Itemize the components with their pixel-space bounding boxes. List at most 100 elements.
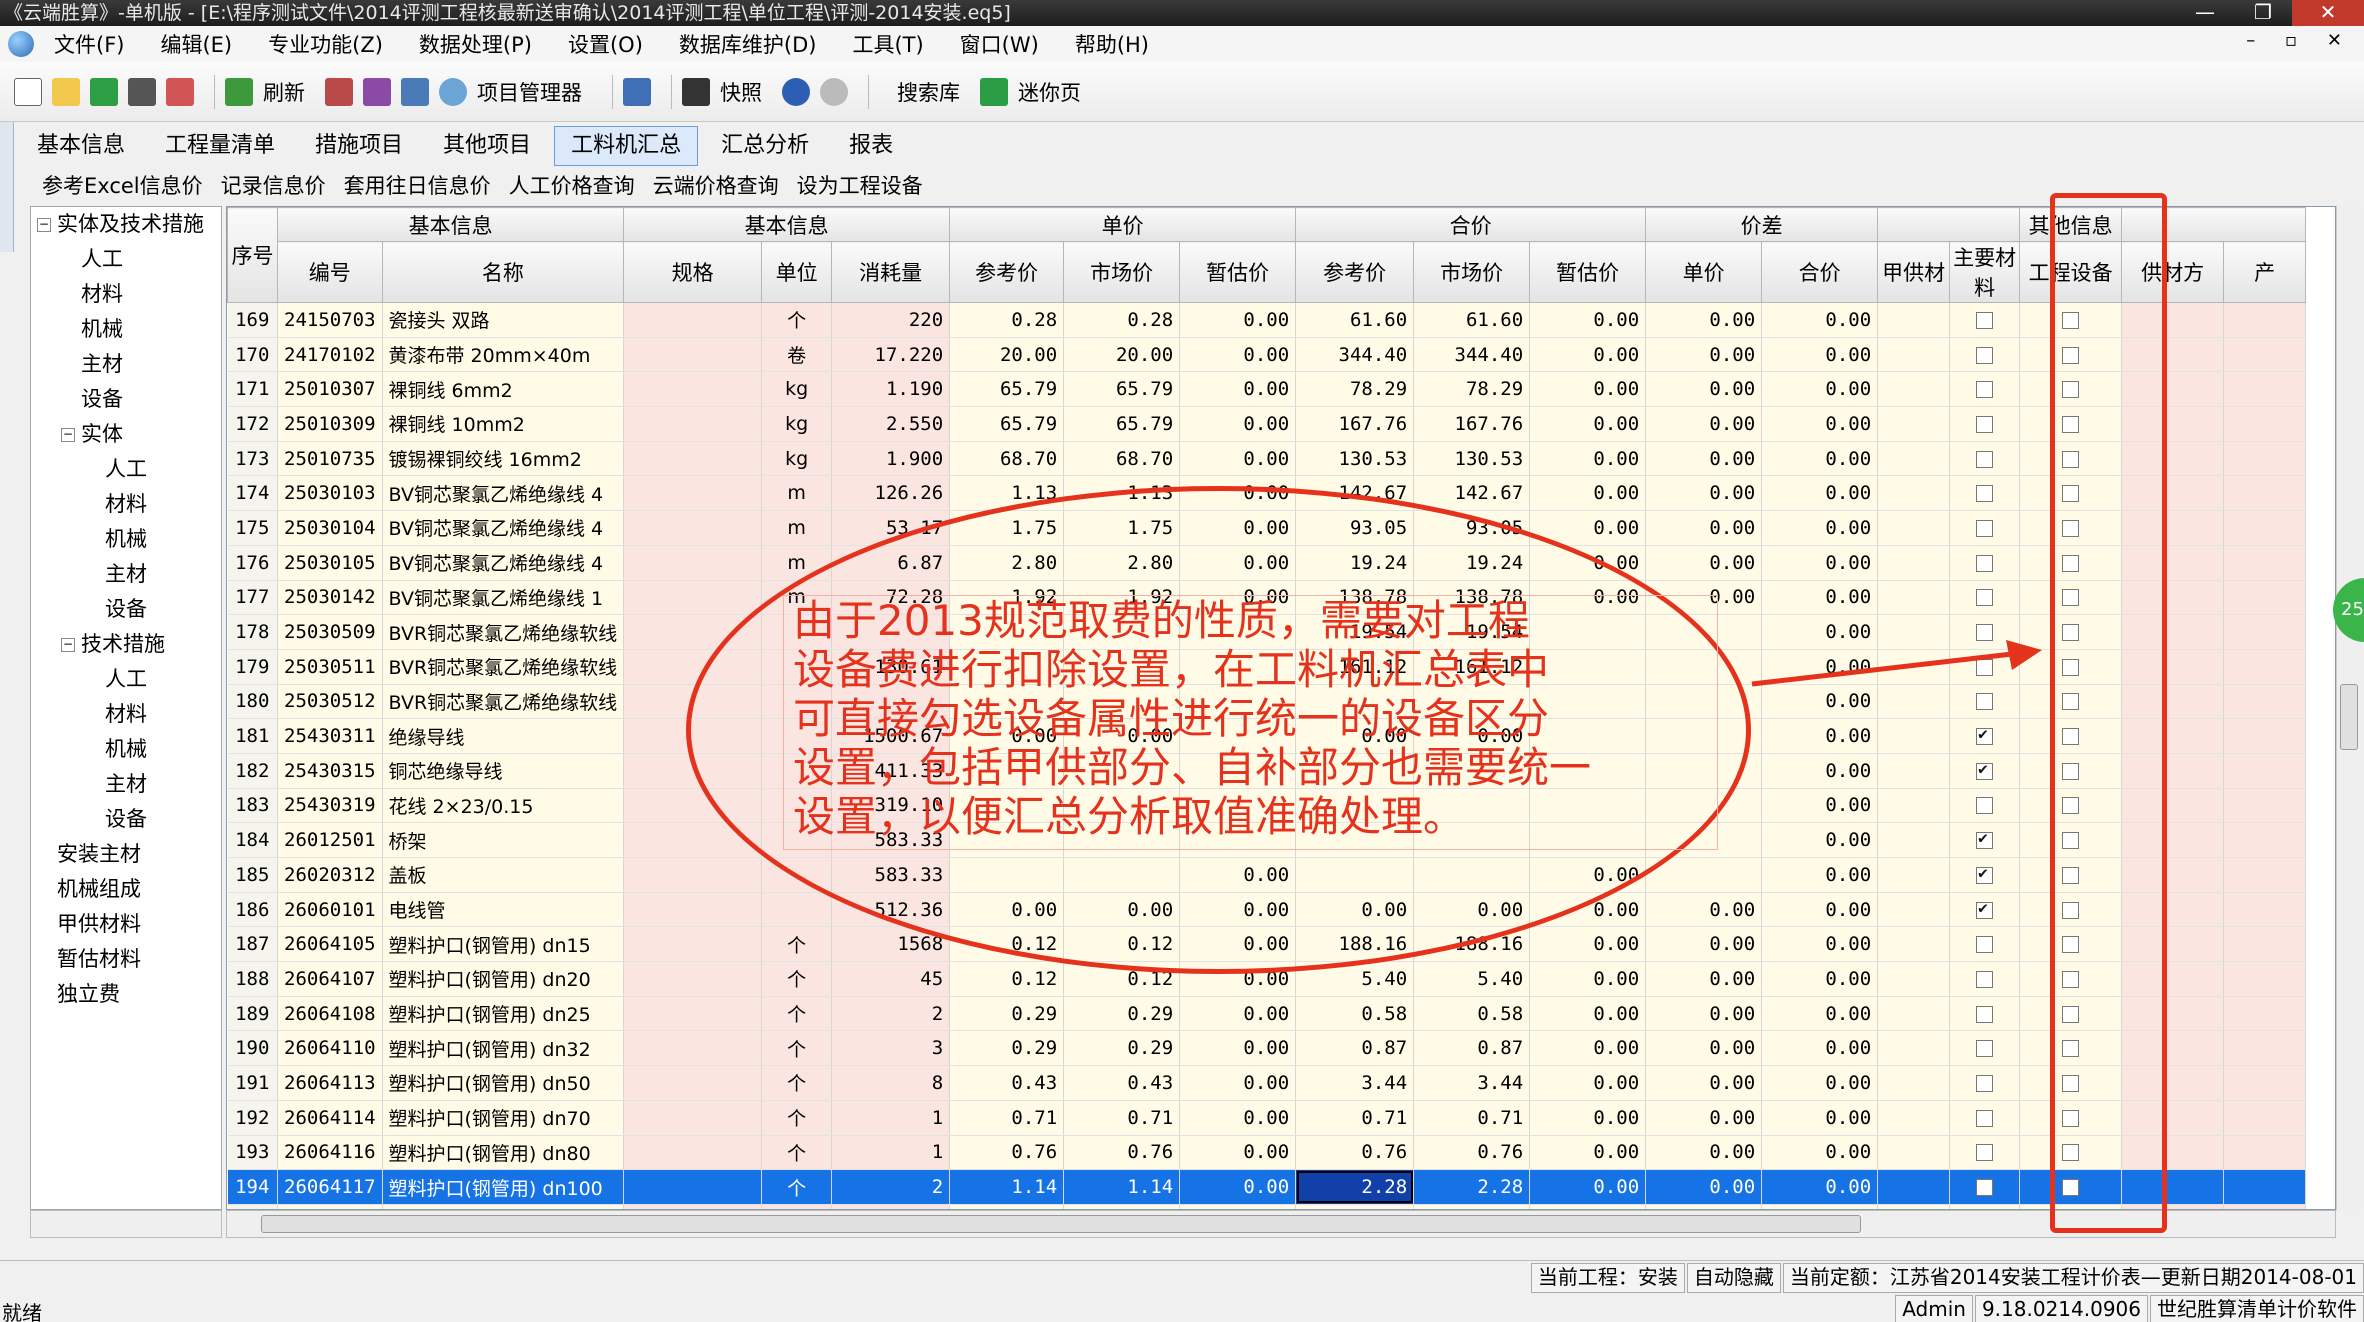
main-material-cell[interactable] (1949, 788, 2021, 824)
cell-dunit[interactable]: 0.00 (1645, 302, 1763, 338)
cell-dtotal[interactable]: 0.00 (1761, 1135, 1879, 1171)
cell-unit[interactable]: m (761, 545, 833, 581)
cell-dtotal[interactable]: 0.00 (1761, 1169, 1879, 1205)
equipment-checkbox[interactable] (2062, 866, 2080, 884)
cell-dtotal[interactable]: 0.00 (1761, 892, 1879, 928)
cell-dtotal[interactable]: 0.00 (1761, 406, 1879, 442)
cell-empty[interactable] (2223, 614, 2307, 650)
main-material-cell[interactable] (1949, 475, 2021, 512)
cell-name[interactable]: BV铜芯聚氯乙烯绝缘线 4 (382, 475, 625, 512)
cell-code[interactable]: 26064113 (277, 1065, 383, 1101)
cell-tref[interactable]: 19.24 (1295, 545, 1415, 581)
cell-empty[interactable] (2223, 1065, 2307, 1101)
cell-est[interactable]: 0.00 (1179, 1065, 1297, 1101)
cell-empty[interactable] (2223, 996, 2307, 1032)
cell-name[interactable]: 塑料护口(钢管用) dn25 (382, 996, 625, 1032)
equipment-cell[interactable] (2019, 580, 2123, 616)
cell-tmkt[interactable] (1413, 857, 1531, 893)
equipment-cell[interactable] (2019, 892, 2123, 928)
save-icon[interactable] (90, 77, 118, 106)
cell-name[interactable]: 塑料护口(钢管用) dn20 (382, 961, 625, 997)
cell-tmkt[interactable]: 19.24 (1413, 545, 1531, 581)
cell-seq[interactable]: 173 (227, 441, 278, 477)
cell-ref[interactable]: 0.12 (949, 961, 1065, 997)
column-header[interactable]: 规格 (623, 241, 763, 303)
cell-dtotal[interactable]: 0.00 (1761, 926, 1879, 963)
close-icon[interactable]: ✕ (2292, 0, 2364, 26)
cell-empty[interactable] (1877, 406, 1951, 442)
tree-item[interactable]: 独立费 (31, 977, 221, 1012)
equipment-checkbox[interactable] (2062, 554, 2080, 572)
cell-empty[interactable] (623, 892, 763, 928)
equipment-cell[interactable] (2019, 475, 2123, 512)
cell-empty[interactable] (2121, 1135, 2225, 1171)
cell-empty[interactable] (623, 718, 763, 754)
equipment-checkbox[interactable] (2062, 901, 2080, 919)
cell-empty[interactable] (2121, 475, 2225, 512)
equipment-checkbox[interactable] (2062, 311, 2080, 329)
cell-seq[interactable]: 185 (227, 857, 278, 893)
tree-expander-icon[interactable]: − (37, 218, 51, 232)
cell-dtotal[interactable]: 0.00 (1761, 822, 1879, 858)
cell-name[interactable]: 裸铜线 10mm2 (382, 406, 625, 442)
cell-empty[interactable] (1877, 1065, 1951, 1101)
cell-ref[interactable]: 20.00 (949, 337, 1065, 373)
cell-test[interactable]: 0.00 (1529, 1065, 1647, 1101)
cell-code[interactable]: 25430315 (277, 753, 383, 789)
main-material-checkbox[interactable] (1976, 1144, 1994, 1162)
equipment-cell[interactable] (2019, 302, 2123, 338)
cell-ref[interactable]: 0.00 (949, 892, 1065, 928)
main-material-cell[interactable] (1949, 371, 2021, 408)
cell-ref[interactable]: 1.13 (949, 475, 1065, 512)
cell-qty[interactable]: 8 (831, 1065, 951, 1101)
cell-ref[interactable]: 65.79 (949, 406, 1065, 442)
equipment-cell[interactable] (2019, 371, 2123, 408)
equipment-cell[interactable] (2019, 441, 2123, 477)
cell-dunit[interactable]: 0.00 (1645, 510, 1763, 546)
tree-item[interactable]: − 实体 (31, 417, 221, 452)
cloud-price-query-button[interactable]: 云端价格查询 (653, 170, 779, 200)
cell-code[interactable]: 25030512 (277, 684, 383, 720)
cell-unit[interactable] (761, 892, 833, 928)
equipment-checkbox[interactable] (2062, 450, 2080, 468)
table-row[interactable]: 191 26064113 塑料护口(钢管用) dn50 个 8 0.43 0.43 0.00 3… (227, 1065, 2307, 1101)
menu-settings[interactable]: 设置(O) (568, 29, 643, 59)
table-row[interactable]: 170 24170102 黄漆布带 20mm×40m 卷 17.220 20.00 20.0… (227, 337, 2307, 373)
cell-est[interactable]: 0.00 (1179, 337, 1297, 373)
calc-icon[interactable] (325, 77, 353, 106)
equipment-cell[interactable] (2019, 337, 2123, 373)
cell-seq[interactable]: 190 (227, 1030, 278, 1067)
cell-seq[interactable]: 174 (227, 475, 278, 512)
equipment-cell[interactable] (2019, 545, 2123, 581)
equipment-checkbox[interactable] (2062, 1179, 2080, 1197)
cell-empty[interactable] (1877, 857, 1951, 893)
cell-empty[interactable] (2223, 371, 2307, 408)
calc-all-icon[interactable] (363, 77, 391, 106)
cell-unit[interactable]: 个 (761, 1030, 833, 1067)
cell-dunit[interactable]: 0.00 (1645, 475, 1763, 512)
cell-seq[interactable]: 193 (227, 1135, 278, 1171)
main-material-checkbox[interactable] (1976, 624, 1994, 642)
cell-dtotal[interactable]: 0.00 (1761, 371, 1879, 408)
cell-unit[interactable]: kg (761, 371, 833, 408)
main-material-checkbox[interactable] (1976, 554, 1994, 572)
tree-expander-icon[interactable]: − (61, 638, 75, 652)
cell-empty[interactable] (1877, 961, 1951, 997)
cell-name[interactable]: 花线 2×23/0.15 (382, 788, 625, 824)
main-material-checkbox[interactable] (1976, 1005, 1994, 1023)
cell-empty[interactable] (2121, 822, 2225, 858)
main-material-checkbox[interactable] (1976, 693, 1994, 711)
cell-empty[interactable] (1877, 684, 1951, 720)
cell-dtotal[interactable]: 0.00 (1761, 1065, 1879, 1101)
cell-est[interactable]: 0.00 (1179, 892, 1297, 928)
cell-tmkt[interactable]: 0.87 (1413, 1030, 1531, 1067)
cell-seq[interactable]: 179 (227, 649, 278, 685)
main-material-cell[interactable] (1949, 1135, 2021, 1171)
cell-mkt[interactable]: 1.14 (1063, 1169, 1181, 1205)
main-material-checkbox[interactable] (1976, 970, 1994, 988)
cell-empty[interactable] (2121, 961, 2225, 997)
tree-item[interactable]: 设备 (31, 382, 221, 417)
cell-tref[interactable]: 344.40 (1295, 337, 1415, 373)
main-material-cell[interactable] (1949, 510, 2021, 546)
column-header[interactable]: 市场价 (1063, 241, 1181, 303)
